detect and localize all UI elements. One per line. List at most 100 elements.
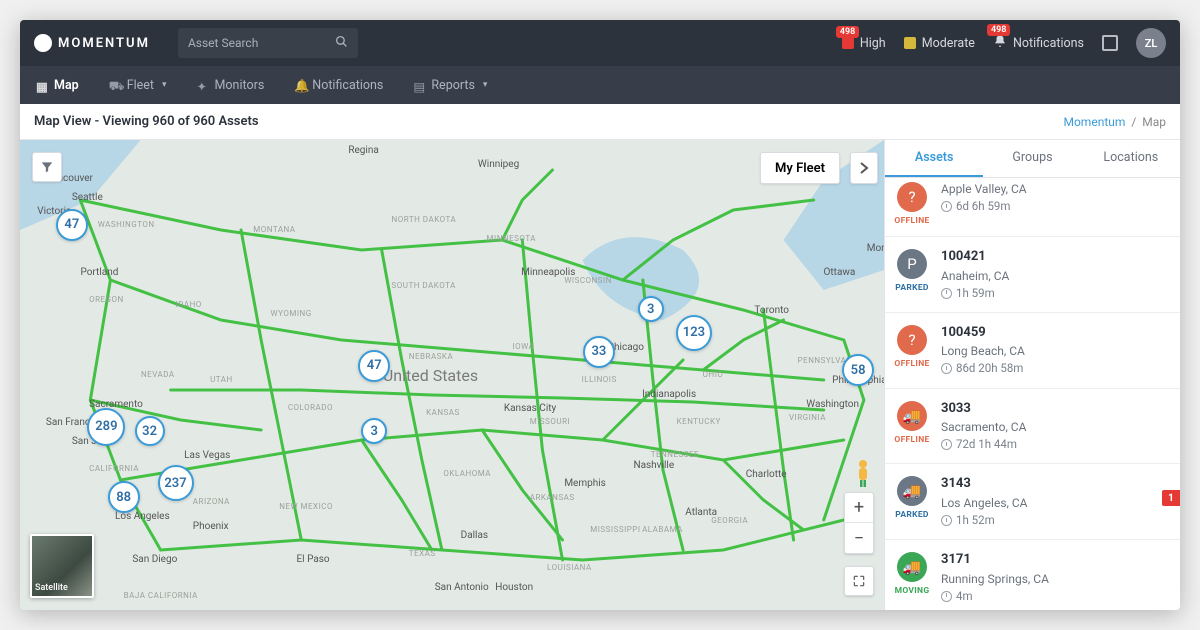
zoom-controls: + − [844, 492, 874, 554]
high-alerts-badge[interactable]: 498 High [842, 36, 886, 51]
chevron-down-icon: ▾ [162, 80, 167, 90]
satellite-toggle[interactable]: Satellite [30, 534, 94, 598]
asset-row[interactable]: 🚚MOVING3171Running Springs, CA4m [885, 540, 1180, 610]
map-state-label: ILLINOIS [582, 375, 617, 384]
map-state-label: SOUTH DAKOTA [392, 281, 456, 290]
nav-reports[interactable]: ▤ Reports ▾ [411, 68, 489, 103]
my-fleet-button[interactable]: My Fleet [760, 152, 840, 184]
topbar-right: 498 High Moderate 498 Notifications ZL [842, 28, 1166, 58]
map-state-label: MISSISSIPPI [590, 525, 640, 534]
page-header: Map View - Viewing 960 of 960 Assets Mom… [20, 104, 1180, 140]
panel-collapse-button[interactable] [850, 152, 878, 184]
notifications-button[interactable]: 498 Notifications [993, 34, 1084, 52]
main-nav: ▦ Map ⛟ Fleet ▾ ✦ Monitors 🔔 Notificatio… [20, 66, 1180, 104]
map-city-label: Phoenix [193, 521, 229, 532]
side-tabs: Assets Groups Locations [885, 140, 1180, 178]
asset-duration: 1h 59m [941, 285, 1168, 302]
tab-assets[interactable]: Assets [885, 140, 983, 177]
asset-body: 3033Sacramento, CA72d 1h 44m [941, 399, 1168, 454]
map-cluster[interactable]: 289 [87, 408, 125, 446]
map-pane[interactable]: United States VancouverVictoriaSeattlePo… [20, 140, 884, 610]
asset-row[interactable]: 🚚OFFLINE3033Sacramento, CA72d 1h 44m [885, 389, 1180, 465]
nav-notifications[interactable]: 🔔 Notifications [292, 68, 385, 103]
asset-id: 100421 [941, 247, 1168, 267]
tab-locations[interactable]: Locations [1082, 140, 1180, 177]
map-state-label: GEORGIA [711, 516, 748, 525]
asset-search-input[interactable]: Asset Search [178, 28, 358, 58]
asset-row[interactable]: ?OFFLINEApple Valley, CA6d 6h 59m [885, 178, 1180, 237]
map-state-label: MONTANA [253, 225, 295, 234]
pegman-icon[interactable] [852, 458, 874, 488]
funnel-icon [40, 160, 54, 174]
map-state-label: ALABAMA [642, 525, 683, 534]
asset-list[interactable]: ?OFFLINEApple Valley, CA6d 6h 59m PPARKED… [885, 178, 1180, 610]
map-state-label: WASHINGTON [98, 220, 155, 229]
map-state-label: OHIO [703, 370, 724, 379]
tab-groups[interactable]: Groups [983, 140, 1081, 177]
map-cluster[interactable]: 47 [358, 350, 390, 382]
asset-location: Sacramento, CA [941, 418, 1168, 436]
topbar: MOMENTUM Asset Search 498 High Moderate … [20, 20, 1180, 66]
asset-alert-badge[interactable]: 1 [1162, 490, 1180, 506]
map-cluster[interactable]: 123 [676, 315, 712, 351]
nav-monitors[interactable]: ✦ Monitors [195, 68, 267, 103]
asset-status-icon: PPARKED [895, 247, 929, 293]
map-state-label: BAJA CALIFORNIA [124, 591, 198, 600]
bell-icon [993, 34, 1007, 52]
user-avatar[interactable]: ZL [1136, 28, 1166, 58]
asset-id: 3033 [941, 399, 1168, 419]
asset-duration: 86d 20h 58m [941, 360, 1168, 377]
nav-map[interactable]: ▦ Map [34, 68, 81, 103]
clock-icon [941, 515, 952, 526]
asset-duration: 72d 1h 44m [941, 436, 1168, 453]
map-state-label: WYOMING [271, 309, 312, 318]
zoom-in-button[interactable]: + [845, 493, 873, 523]
map-cluster[interactable]: 32 [135, 416, 165, 446]
high-label: High [860, 36, 886, 51]
expand-icon [852, 574, 866, 588]
map-city-label: Ottawa [824, 267, 856, 278]
map-state-label: TEXAS [409, 549, 436, 558]
map-city-label: San Antonio [435, 582, 489, 593]
map-state-label: LOUISIANA [547, 563, 592, 572]
asset-row[interactable]: ?OFFLINE100459Long Beach, CA86d 20h 58m [885, 313, 1180, 389]
moderate-alerts-badge[interactable]: Moderate [904, 36, 975, 51]
map-city-label: San Diego [132, 554, 177, 565]
asset-duration: 4m [941, 588, 1168, 605]
breadcrumb: Momentum / Map [1063, 115, 1166, 129]
map-city-label: Washington [806, 399, 859, 410]
map-city-label: El Paso [296, 554, 329, 565]
asset-id: 100459 [941, 323, 1168, 343]
breadcrumb-current: Map [1142, 115, 1166, 129]
chevron-right-icon [859, 162, 869, 174]
fullscreen-button[interactable] [1102, 35, 1118, 51]
map-cluster[interactable]: 88 [108, 481, 140, 513]
search-icon [335, 35, 348, 51]
map-city-label: Indianapolis [642, 389, 696, 400]
notif-count: 498 [987, 24, 1010, 36]
breadcrumb-root[interactable]: Momentum [1063, 115, 1125, 129]
map-fullscreen-button[interactable] [844, 566, 874, 596]
chevron-down-icon: ▾ [483, 80, 488, 90]
map-state-label: VIRGINIA [789, 413, 826, 422]
map-cluster[interactable]: 3 [638, 296, 664, 322]
map-state-label: NEVADA [141, 370, 175, 379]
map-city-label: Memphis [564, 478, 606, 489]
brand-logo[interactable]: MOMENTUM [34, 34, 150, 52]
zoom-out-button[interactable]: − [845, 523, 873, 553]
map-city-label: Toronto [754, 305, 789, 316]
nav-fleet[interactable]: ⛟ Fleet ▾ [107, 68, 169, 103]
asset-status-icon: ?OFFLINE [895, 323, 929, 369]
asset-row[interactable]: PPARKED100421Anaheim, CA1h 59m [885, 237, 1180, 313]
high-dot-icon [842, 37, 854, 49]
asset-row[interactable]: 🚚PARKED3143Los Angeles, CA1h 52m1 [885, 464, 1180, 540]
map-filter-button[interactable] [32, 152, 62, 182]
map-cluster[interactable]: 33 [583, 336, 615, 368]
asset-status-icon: 🚚MOVING [895, 550, 929, 596]
map-state-label: CALIFORNIA [89, 464, 139, 473]
map-cluster[interactable]: 47 [56, 209, 88, 241]
map-cluster[interactable]: 237 [158, 465, 194, 501]
map-state-label: ARKANSAS [530, 493, 575, 502]
high-count: 498 [836, 26, 859, 38]
reports-icon: ▤ [413, 79, 425, 91]
